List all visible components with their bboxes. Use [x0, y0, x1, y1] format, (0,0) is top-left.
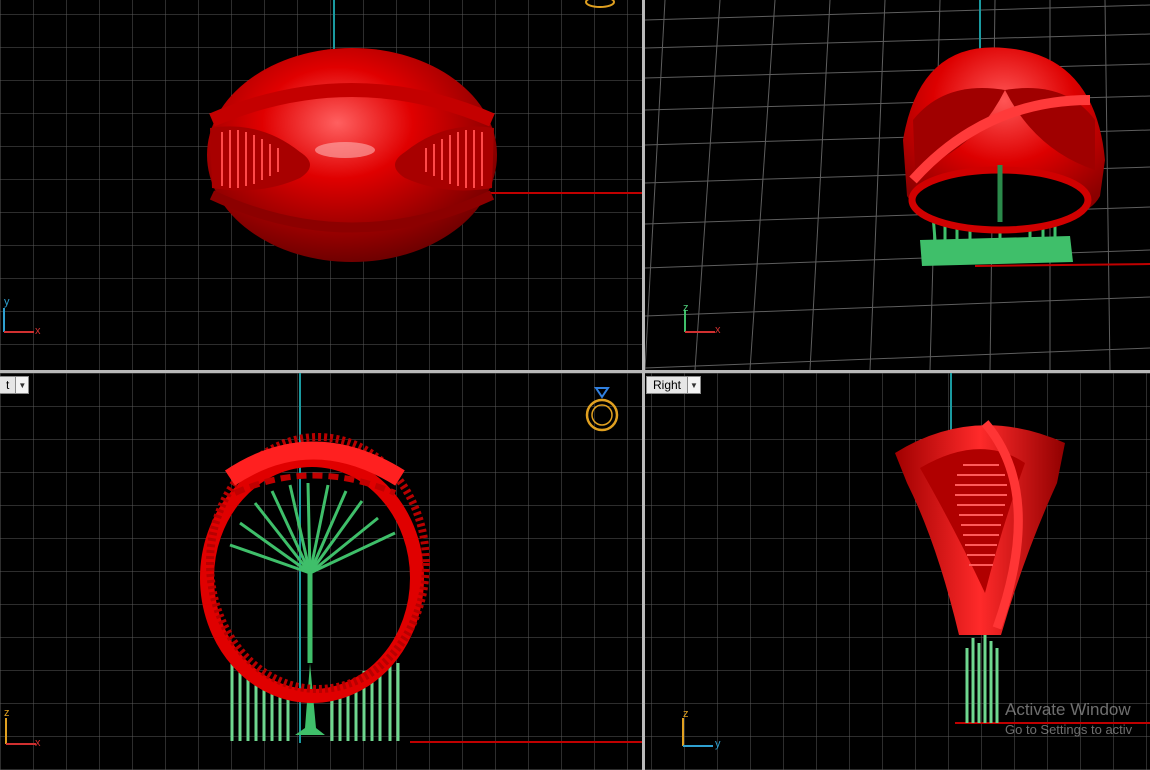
viewport-top[interactable]: y x: [0, 0, 642, 370]
axis-z-label: z: [683, 708, 689, 720]
viewport-perspective[interactable]: z x: [645, 0, 1150, 370]
axis-x-label: x: [35, 737, 41, 749]
viewport-splitter-vertical[interactable]: [642, 0, 645, 770]
axis-z-label: z: [4, 707, 10, 719]
front-view-canvas: [0, 373, 642, 770]
top-view-canvas: [0, 0, 642, 370]
ring-perspective-model: [903, 47, 1105, 266]
axis-x-label: x: [715, 324, 721, 336]
activation-watermark: Activate Window Go to Settings to activ: [1005, 700, 1132, 737]
viewport-splitter-horizontal[interactable]: [0, 370, 1150, 373]
perspective-view-canvas: [645, 0, 1150, 370]
ring-top-model: [207, 48, 497, 262]
viewport-label-right[interactable]: Right ▼: [646, 376, 702, 394]
axis-z-label: z: [683, 302, 689, 314]
chevron-down-icon[interactable]: ▼: [687, 377, 701, 393]
watermark-subtitle: Go to Settings to activ: [1005, 722, 1133, 737]
viewport-title: Right: [653, 378, 682, 392]
chevron-down-icon[interactable]: ▼: [15, 377, 29, 393]
watermark-title: Activate Window: [1005, 700, 1131, 719]
viewport-label-front[interactable]: t ▼: [0, 376, 30, 394]
axis-y-label: y: [715, 738, 721, 750]
viewport-front[interactable]: t ▼ z x: [0, 373, 642, 770]
axis-triad-icon: [3, 308, 34, 333]
viewport-title: t: [6, 378, 10, 392]
